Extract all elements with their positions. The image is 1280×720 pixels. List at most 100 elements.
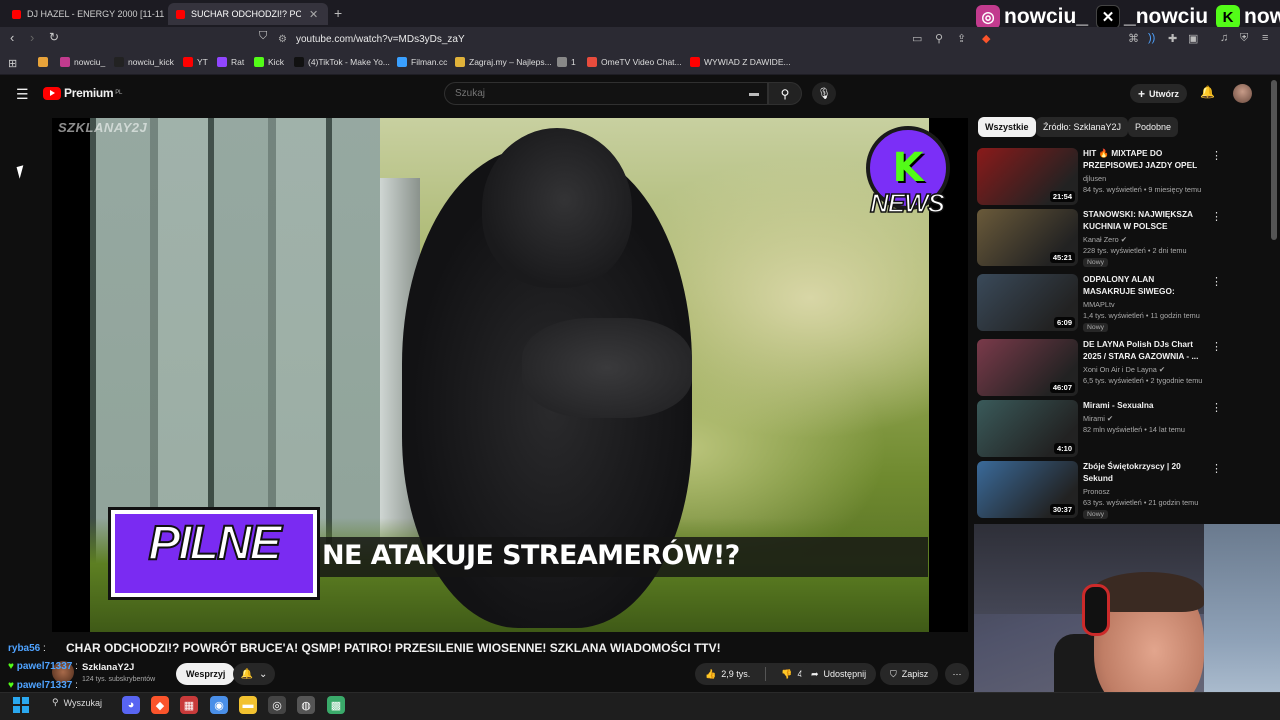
bookmark-item[interactable]: 1 <box>557 57 576 67</box>
browser-tab-active[interactable]: SUCHAR ODCHODZI!? POWR ✕ <box>168 3 328 25</box>
video-title[interactable]: Mirami - Sexualna <box>1083 400 1201 412</box>
brave-icon[interactable]: ◆ <box>151 696 169 714</box>
video-thumbnail[interactable]: 21:54 <box>977 148 1078 205</box>
support-button[interactable]: Wesprzyj <box>176 663 236 685</box>
more-options-icon[interactable]: ⋮ <box>1211 210 1222 223</box>
recommended-video[interactable]: 21:54 HIT 🔥 MIXTAPE DO PRZEPISOWEJ JAZDY … <box>977 148 1222 206</box>
share-button[interactable]: ➦ Udostępnij <box>801 663 877 685</box>
video-title[interactable]: DE LAYNA Polish DJs Chart 2025 / STARA G… <box>1083 339 1201 362</box>
save-button[interactable]: ⛉ Zapisz <box>880 663 939 685</box>
forward-icon[interactable]: › <box>30 30 34 45</box>
x-icon: ✕ <box>1096 5 1121 29</box>
recommended-video[interactable]: 45:21 STANOWSKI: NAJWIĘKSZA KUCHNIA W POL… <box>977 209 1222 267</box>
bookmark-item[interactable]: nowciu_ <box>60 57 105 67</box>
youtube-premium-logo[interactable]: Premium PL <box>43 86 122 100</box>
recommended-video[interactable]: 4:10 Mirami - Sexualna Mirami ✔ 82 mln wyśw… <box>977 400 1222 458</box>
channel-name[interactable]: Kanał Zero ✔ <box>1083 235 1127 244</box>
channel-name[interactable]: djlusen <box>1083 174 1106 183</box>
bookmark-icon[interactable]: ⛉ <box>259 30 267 43</box>
shield-icon[interactable]: ⛨ <box>1240 32 1248 45</box>
video-title[interactable]: ODPALONY ALAN MASAKRUJE SIWEGO: DALEJ NI… <box>1083 274 1201 298</box>
media-icon[interactable]: ♫ <box>1220 32 1228 44</box>
new-tab-button[interactable]: + <box>334 5 342 21</box>
share-icon[interactable]: ⇪ <box>957 32 966 45</box>
site-settings-icon[interactable]: ⚙ <box>278 34 287 45</box>
cast-icon[interactable]: ▭ <box>912 32 922 45</box>
more-options-icon[interactable]: ⋮ <box>1211 462 1222 475</box>
video-thumbnail[interactable]: 30:37 <box>977 461 1078 518</box>
bookmark-item[interactable]: Filman.cc <box>397 57 447 67</box>
menu-icon[interactable]: ≡ <box>1262 32 1268 44</box>
taskbar-search[interactable]: ⚲ Wyszukaj <box>52 697 102 708</box>
video-thumbnail[interactable]: 46:07 <box>977 339 1078 396</box>
channel-name[interactable]: Pronosz <box>1083 487 1110 496</box>
instagram-icon: ◎ <box>976 5 1000 29</box>
more-options-icon[interactable]: ⋮ <box>1211 275 1222 288</box>
url-field[interactable]: ⚙ youtube.com/watch?v=MDs3yDs_zaY <box>278 30 908 49</box>
sidebar-icon[interactable]: ▣ <box>1188 32 1198 45</box>
app-icon[interactable]: ▦ <box>180 696 198 714</box>
more-actions-button[interactable]: ⋯ <box>945 663 969 685</box>
game-icon[interactable]: ▩ <box>327 696 345 714</box>
vpn-icon[interactable]: ⌘ <box>1128 32 1139 45</box>
bookmark-item[interactable]: Rat <box>217 57 244 67</box>
bookmark-item[interactable]: nowciu_kick <box>114 57 174 67</box>
bookmark-item[interactable]: Zagraj.my – Najleps... <box>455 57 552 67</box>
streamlabs-icon[interactable]: ◍ <box>297 696 315 714</box>
more-options-icon[interactable]: ⋮ <box>1211 401 1222 414</box>
like-button[interactable]: 👍 2,9 tys. <box>695 663 760 685</box>
discord-icon[interactable]: ◕ <box>122 696 140 714</box>
channel-name[interactable]: Xoni On Air i De Layna ✔ <box>1083 365 1165 374</box>
close-tab-icon[interactable]: ✕ <box>309 8 318 21</box>
obs-icon[interactable]: ◎ <box>268 696 286 714</box>
recommended-video[interactable]: 46:07 DE LAYNA Polish DJs Chart 2025 / ST… <box>977 339 1222 397</box>
channel-name[interactable]: SzklanaY2J <box>82 662 134 673</box>
brave-shield-icon[interactable]: ◆ <box>982 32 990 45</box>
apps-grid-icon[interactable]: ⊞ <box>8 57 17 70</box>
gorilla-head <box>482 128 632 288</box>
more-options-icon[interactable]: ⋮ <box>1211 340 1222 353</box>
voice-search-button[interactable]: 🎙 <box>812 82 836 105</box>
bookmark-item[interactable]: Kick <box>254 57 284 67</box>
zoom-icon[interactable]: ⚲ <box>935 32 943 45</box>
filter-chip[interactable]: Wszystkie <box>978 117 1036 137</box>
video-thumbnail[interactable]: 6:09 <box>977 274 1078 331</box>
bookmark-item[interactable]: (4)TikTok - Make Yo... <box>294 57 390 67</box>
browser-tab[interactable]: DJ HAZEL - ENERGY 2000 [11-11 <box>4 3 164 25</box>
bookmark-item[interactable]: OmeTV Video Chat... <box>587 57 682 67</box>
recommended-video[interactable]: 30:37 Zbóje Świętokrzyscy | 20 Sekund Pron… <box>977 461 1222 519</box>
notifications-bell-icon[interactable]: 🔔 <box>1200 85 1215 99</box>
chat-separator: : <box>75 680 78 691</box>
video-title[interactable]: STANOWSKI: NAJWIĘKSZA KUCHNIA W POLSCE <box>1083 209 1201 232</box>
bookmark-item[interactable]: YT <box>183 57 208 67</box>
reload-icon[interactable]: ↻ <box>49 30 59 44</box>
video-thumbnail[interactable]: 4:10 <box>977 400 1078 457</box>
hamburger-menu-icon[interactable]: ☰ <box>16 86 29 103</box>
video-thumbnail[interactable]: 45:21 <box>977 209 1078 266</box>
recommended-video[interactable]: 6:09 ODPALONY ALAN MASAKRUJE SIWEGO: DALE… <box>977 274 1222 332</box>
keyboard-icon[interactable]: ▬ <box>749 88 759 99</box>
chrome-icon[interactable]: ◉ <box>210 696 228 714</box>
extensions-icon[interactable]: ✚ <box>1168 32 1177 45</box>
windows-start-icon[interactable] <box>13 697 29 713</box>
folder-icon[interactable]: ▬ <box>239 696 257 714</box>
search-input[interactable] <box>455 88 735 99</box>
user-avatar[interactable] <box>1233 84 1252 103</box>
scrollbar[interactable] <box>1271 80 1277 240</box>
channel-name[interactable]: MMAPLtv <box>1083 300 1115 309</box>
filter-chip[interactable]: Źródło: SzklanaY2J <box>1036 117 1129 137</box>
notification-toggle-button[interactable]: 🔔 ⌄ <box>233 663 275 685</box>
channel-name[interactable]: Mirami ✔ <box>1083 414 1113 423</box>
back-icon[interactable]: ‹ <box>10 30 14 45</box>
bookmark-label: OmeTV Video Chat... <box>601 57 682 67</box>
more-options-icon[interactable]: ⋮ <box>1211 149 1222 162</box>
wallet-icon[interactable]: )) <box>1148 32 1155 44</box>
create-button[interactable]: + Utwórz <box>1130 84 1188 103</box>
search-button[interactable]: ⚲ <box>768 82 802 105</box>
bookmark-item[interactable] <box>38 57 52 67</box>
bookmark-item[interactable]: WYWIAD Z DAWIDE... <box>690 57 791 67</box>
search-box[interactable]: ▬ <box>444 82 768 105</box>
video-title[interactable]: HIT 🔥 MIXTAPE DO PRZEPISOWEJ JAZDY OPEL … <box>1083 148 1201 172</box>
filter-chip[interactable]: Podobne <box>1128 117 1179 137</box>
video-title[interactable]: Zbóje Świętokrzyscy | 20 Sekund <box>1083 461 1201 484</box>
